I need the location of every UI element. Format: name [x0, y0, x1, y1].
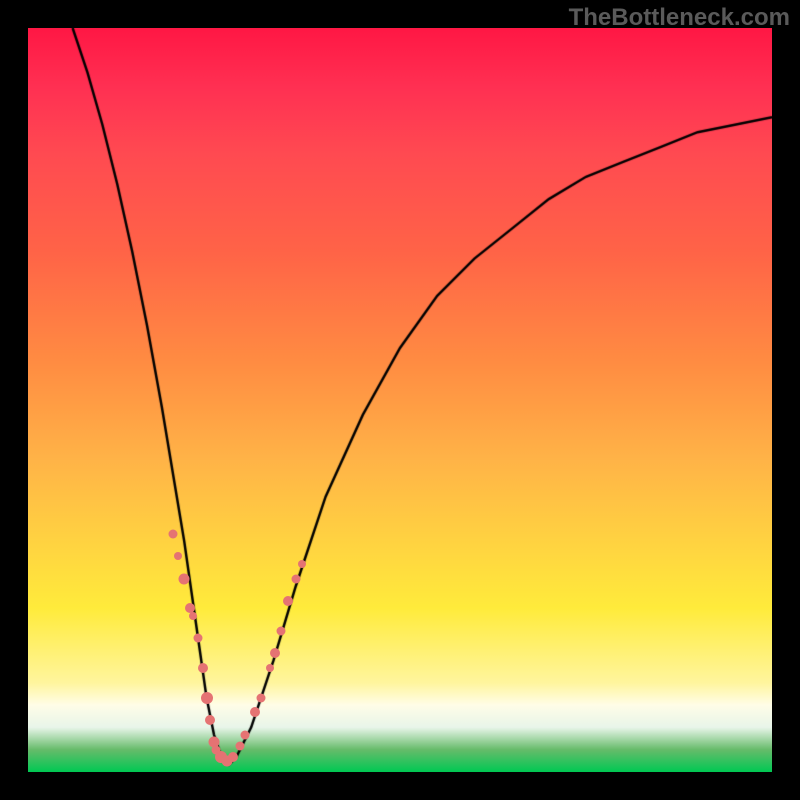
data-marker	[256, 693, 265, 702]
data-marker	[193, 634, 202, 643]
watermark-text: TheBottleneck.com	[569, 4, 790, 32]
data-marker	[291, 574, 300, 583]
chart-frame: TheBottleneck.com	[0, 0, 800, 800]
data-marker	[201, 692, 213, 704]
data-marker	[250, 707, 260, 717]
data-marker	[283, 596, 293, 606]
data-marker	[298, 560, 306, 568]
data-marker	[198, 663, 208, 673]
data-marker	[241, 730, 250, 739]
data-marker	[205, 715, 215, 725]
data-marker	[179, 573, 190, 584]
data-marker	[266, 664, 274, 672]
data-marker	[228, 752, 238, 762]
curve-canvas	[28, 28, 772, 772]
data-marker	[174, 552, 182, 560]
data-marker	[236, 741, 245, 750]
data-marker	[169, 529, 178, 538]
data-marker	[270, 648, 280, 658]
chart-plot-area	[28, 28, 772, 772]
data-marker	[276, 626, 285, 635]
data-marker	[189, 612, 197, 620]
